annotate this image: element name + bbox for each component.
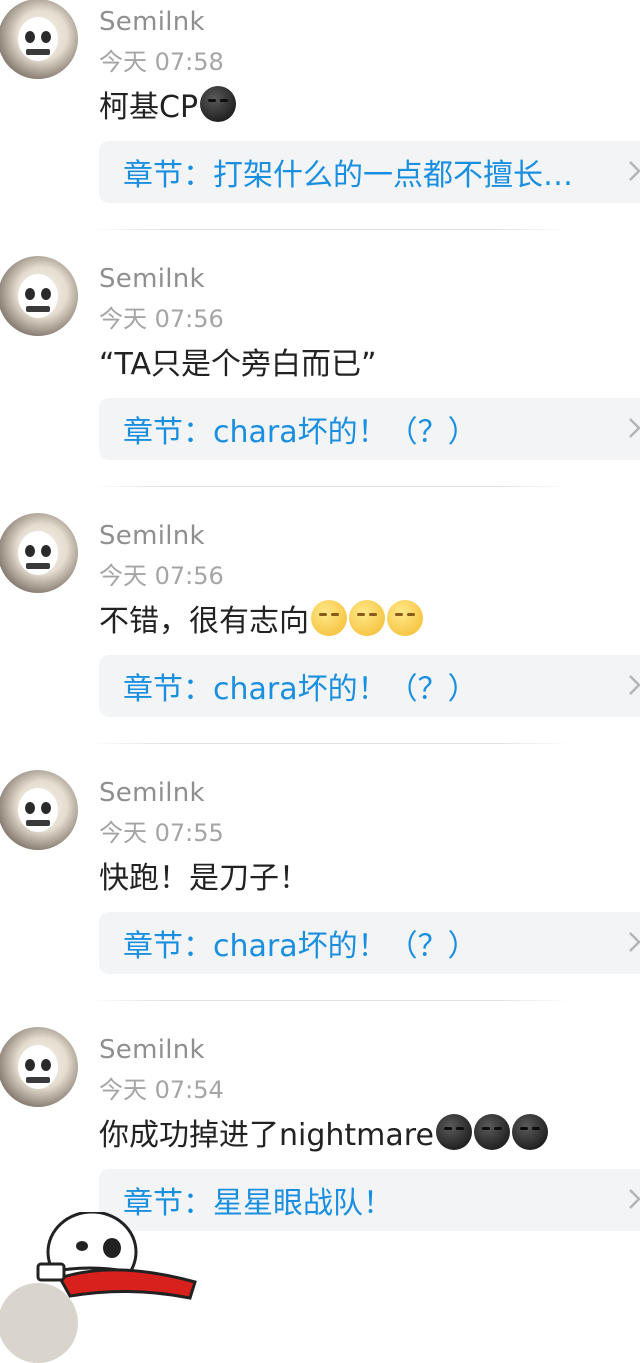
comment-item: Semilnk 今天 07:56 “TA只是个旁白而已” 章节：chara坏的！… <box>0 256 640 514</box>
username[interactable]: Semilnk <box>99 7 205 37</box>
avatar[interactable] <box>0 513 78 593</box>
smirking-face-icon <box>349 600 385 636</box>
comment-text-content: 柯基CP <box>99 90 199 125</box>
chapter-link[interactable]: 章节：chara坏的！（？） <box>99 912 640 974</box>
chapter-link[interactable]: 章节：chara坏的！（？） <box>99 398 640 460</box>
mascot-sticker <box>36 1212 197 1300</box>
avatar[interactable] <box>0 770 78 850</box>
comment-text: 不错，很有志向 <box>99 596 423 640</box>
chevron-right-icon <box>629 932 640 952</box>
timestamp: 今天 07:55 <box>99 819 224 847</box>
smirking-face-icon <box>311 600 347 636</box>
timestamp: 今天 07:56 <box>99 305 224 333</box>
divider <box>90 486 570 487</box>
chapter-link-label: 章节：打架什么的一点都不擅长… <box>123 158 573 193</box>
chevron-right-icon <box>629 161 640 181</box>
timestamp: 今天 07:54 <box>99 1076 224 1104</box>
timestamp: 今天 07:58 <box>99 48 224 76</box>
avatar[interactable] <box>0 1027 78 1107</box>
chapter-link[interactable]: 章节：打架什么的一点都不擅长… <box>99 141 640 203</box>
timestamp: 今天 07:56 <box>99 562 224 590</box>
comment-text-content: 不错，很有志向 <box>99 604 309 639</box>
comment-text-content: “TA只是个旁白而已” <box>99 347 377 382</box>
dark-moon-face-icon <box>200 86 237 122</box>
comment-text: 你成功掉进了nightmare <box>99 1110 548 1154</box>
divider <box>90 229 570 230</box>
divider <box>90 743 570 744</box>
username[interactable]: Semilnk <box>99 264 205 294</box>
chapter-link-label: 章节：chara坏的！（？） <box>123 415 478 450</box>
comment-item: Semilnk 今天 07:58 柯基CP 章节：打架什么的一点都不擅长… <box>0 0 640 257</box>
comment-text: “TA只是个旁白而已” <box>99 339 377 383</box>
dark-moon-face-icon <box>435 1114 472 1150</box>
dark-moon-face-icon <box>511 1114 548 1150</box>
avatar[interactable] <box>0 0 78 79</box>
username[interactable]: Semilnk <box>99 778 205 808</box>
chapter-link[interactable]: 章节：chara坏的！（？） <box>99 655 640 717</box>
chevron-right-icon <box>629 418 640 438</box>
divider <box>90 1000 570 1001</box>
chevron-right-icon <box>629 675 640 695</box>
chevron-right-icon <box>629 1189 640 1209</box>
comment-text-content: 你成功掉进了nightmare <box>99 1118 434 1153</box>
chapter-link-label: 章节：chara坏的！（？） <box>123 672 478 707</box>
comment-text: 快跑！是刀子！ <box>99 853 309 897</box>
chapter-link-label: 章节：chara坏的！（？） <box>123 929 478 964</box>
comment-item: Semilnk 今天 07:56 不错，很有志向 章节：chara坏的！（？） <box>0 513 640 771</box>
dark-moon-face-icon <box>473 1114 510 1150</box>
avatar[interactable] <box>0 256 78 336</box>
comment-text-content: 快跑！是刀子！ <box>99 861 309 896</box>
comment-item: Semilnk 今天 07:55 快跑！是刀子！ 章节：chara坏的！（？） <box>0 770 640 1028</box>
username[interactable]: Semilnk <box>99 1035 205 1065</box>
username[interactable]: Semilnk <box>99 521 205 551</box>
comment-text: 柯基CP <box>99 82 237 126</box>
smirking-face-icon <box>387 600 423 636</box>
